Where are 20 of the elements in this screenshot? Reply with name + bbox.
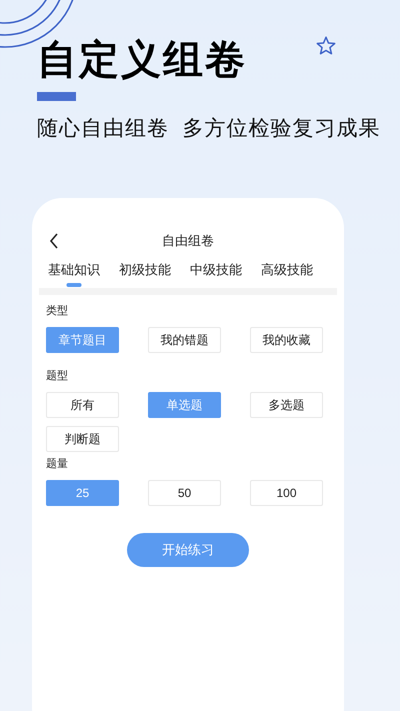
star-icon (316, 36, 336, 55)
category-tab[interactable]: 基础知识 (48, 261, 100, 285)
option-button[interactable]: 我的错题 (148, 327, 221, 353)
category-tab[interactable]: 初级技能 (119, 261, 171, 285)
category-tab[interactable]: 高级技能 (261, 261, 313, 285)
option-button[interactable]: 100 (250, 480, 323, 506)
back-icon[interactable] (49, 233, 59, 249)
screen-title: 自由组卷 (162, 232, 214, 250)
section-label: 题型 (45, 369, 69, 383)
subtitle: 随心自由组卷 多方位检验复习成果 (37, 116, 382, 142)
option-button[interactable]: 50 (148, 480, 221, 506)
headline: 自定义组卷 (37, 38, 247, 82)
accent-bar (37, 92, 76, 101)
option-button[interactable]: 多选题 (250, 392, 323, 418)
option-button[interactable]: 我的收藏 (250, 327, 323, 353)
option-button[interactable]: 所有 (46, 392, 119, 418)
category-tab[interactable]: 中级技能 (190, 261, 242, 285)
option-button[interactable]: 判断题 (46, 426, 119, 452)
section-label: 类型 (45, 304, 69, 318)
section-label: 题量 (45, 457, 69, 471)
